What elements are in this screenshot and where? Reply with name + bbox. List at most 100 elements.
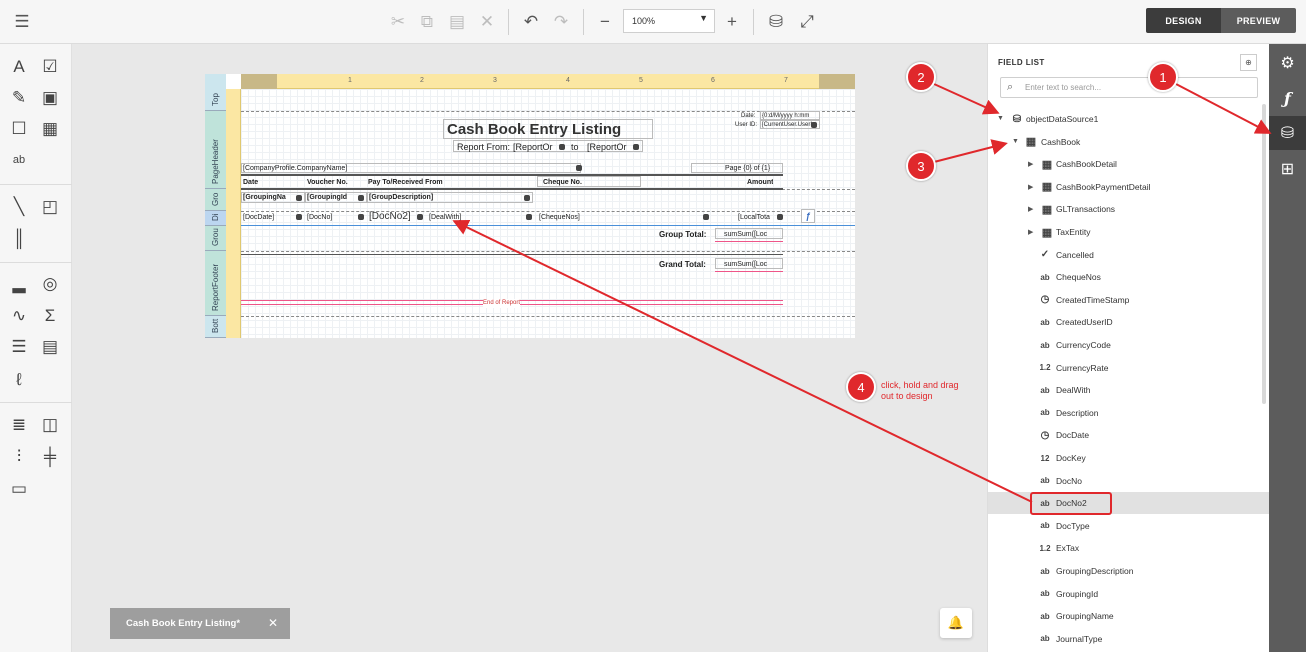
chart-tool-icon[interactable]: ▂ xyxy=(8,273,30,295)
close-icon[interactable]: ✕ xyxy=(268,616,278,630)
field-tree-item-taxentity[interactable]: ▶ ▦ TaxEntity xyxy=(988,221,1270,243)
field-type-icon: ab xyxy=(1040,272,1050,282)
table-tool-icon[interactable]: ▦ xyxy=(39,118,61,140)
notification-bell-icon[interactable]: 🔔 xyxy=(940,608,972,638)
column-header-amount: Amount xyxy=(747,179,774,186)
chequenos-field[interactable]: [ChequeNos] xyxy=(539,213,580,222)
page-break-tool-icon[interactable]: ⫶ xyxy=(8,446,30,468)
field-search-input[interactable]: ⌕ Enter text to search... xyxy=(1000,77,1258,98)
field-tree-item-cashbookdetail[interactable]: ▶ ▦ CashBookDetail xyxy=(988,153,1270,175)
character-comb-tool-icon[interactable]: ab xyxy=(8,149,30,171)
picture-tool-icon[interactable]: ▣ xyxy=(39,87,61,109)
hamburger-icon[interactable]: ☰ xyxy=(10,10,34,34)
field-list-tab-database-icon[interactable]: ⛁ xyxy=(1269,116,1306,150)
subreport-tool-icon[interactable]: ◫ xyxy=(39,414,61,436)
preview-button[interactable]: PREVIEW xyxy=(1221,8,1296,33)
line-tool-icon[interactable]: ╲ xyxy=(8,196,30,218)
field-tree-item-dealwith[interactable]: ab DealWith xyxy=(988,379,1270,401)
delete-icon[interactable]: ✕ xyxy=(475,10,499,34)
checkbox-tool-icon[interactable]: ☑ xyxy=(39,56,61,78)
field-tree-item-docdate[interactable]: ◷ DocDate xyxy=(988,424,1270,446)
undo-icon[interactable]: ↶ xyxy=(519,10,543,34)
report-explorer-tab-icon[interactable]: ⊞ xyxy=(1269,152,1306,186)
table-of-contents-tool-icon[interactable]: ☰ xyxy=(8,336,30,358)
table-icon: ▦ xyxy=(1025,136,1037,149)
gauge-tool-icon[interactable]: ◎ xyxy=(39,273,61,295)
report-design-grid[interactable]: Cash Book Entry Listing Report From: [Re… xyxy=(241,89,855,338)
document-tab[interactable]: Cash Book Entry Listing* ✕ xyxy=(110,608,290,639)
dealwith-field[interactable]: [DealWith] xyxy=(429,213,461,222)
field-tree-item-extax[interactable]: 1.2 ExTax xyxy=(988,537,1270,559)
copy-icon[interactable]: ⧉ xyxy=(415,10,439,34)
shape-tool-icon[interactable]: ◰ xyxy=(39,196,61,218)
field-tree-item-docno[interactable]: ab DocNo xyxy=(988,470,1270,492)
field-list-scrollbar[interactable] xyxy=(1262,104,1266,404)
redo-icon[interactable]: ↷ xyxy=(549,10,573,34)
band-detail[interactable]: Di xyxy=(205,211,226,226)
field-tree-item-currencyrate[interactable]: 1.2 CurrencyRate xyxy=(988,357,1270,379)
zoom-select[interactable]: 100% ▼ xyxy=(623,9,715,33)
label-tool-icon[interactable]: A xyxy=(8,56,30,78)
field-tree-item-cancelled[interactable]: ✓ Cancelled xyxy=(988,244,1270,266)
chevron-right-icon[interactable]: ▶ xyxy=(1028,228,1033,236)
cross-band-box-tool-icon[interactable]: ▭ xyxy=(8,478,30,500)
chevron-right-icon[interactable]: ▶ xyxy=(1028,205,1033,213)
chevron-down-icon[interactable]: ▼ xyxy=(997,115,1004,122)
band-top-margin[interactable]: Top xyxy=(205,74,226,111)
localtotal-field[interactable]: [LocalTota xyxy=(738,213,770,222)
annotation-callout-1: 1 xyxy=(1148,62,1178,92)
expression-icon[interactable]: ƒ xyxy=(801,209,815,223)
chevron-right-icon[interactable]: ▶ xyxy=(1028,183,1033,191)
validate-bindings-icon[interactable]: ⛁ xyxy=(764,10,788,34)
sparkline-tool-icon[interactable]: ∿ xyxy=(8,305,30,327)
band-page-header[interactable]: PageHeader xyxy=(205,111,226,189)
band-bottom-margin[interactable]: Bott xyxy=(205,316,226,338)
field-type-icon: 1.2 xyxy=(1039,363,1051,373)
band-group-header[interactable]: Gro xyxy=(205,189,226,211)
report-designer-app: ☰ ✂ ⧉ ▤ ✕ ↶ ↷ − 100% ▼ + ⛁ ⤢ DESIGN PREVI… xyxy=(0,0,1306,652)
panel-tool-icon[interactable]: ☐ xyxy=(8,118,30,140)
field-tree-item-journaltype[interactable]: ab JournalType xyxy=(988,628,1270,650)
docno-field[interactable]: [DocNo] xyxy=(307,213,332,222)
zoom-out-icon[interactable]: − xyxy=(593,10,617,34)
header-top-rule xyxy=(241,174,783,176)
paste-icon[interactable]: ▤ xyxy=(445,10,469,34)
cross-band-line-tool-icon[interactable]: ╪ xyxy=(39,446,61,468)
field-tree-item-groupingdescription[interactable]: ab GroupingDescription xyxy=(988,560,1270,582)
field-tree-item-currencycode[interactable]: ab CurrencyCode xyxy=(988,334,1270,356)
field-tree-item-createduserid[interactable]: ab CreatedUserID xyxy=(988,311,1270,333)
field-tree-item-cashbookpaymentdetail[interactable]: ▶ ▦ CashBookPaymentDetail xyxy=(988,176,1270,198)
fullscreen-icon[interactable]: ⤢ xyxy=(795,10,819,34)
expressions-tab-icon[interactable]: ƒ xyxy=(1269,81,1306,115)
pdf-content-tool-icon[interactable]: ▤ xyxy=(39,336,61,358)
field-tree-item-doctype[interactable]: ab DocType xyxy=(988,515,1270,537)
chevron-down-icon[interactable]: ▼ xyxy=(1012,138,1019,145)
barcode-tool-icon[interactable]: ║ xyxy=(8,228,30,250)
cut-icon[interactable]: ✂ xyxy=(386,10,410,34)
field-tree-item-dockey[interactable]: 12 DocKey xyxy=(988,447,1270,469)
field-tree-item-description[interactable]: ab Description xyxy=(988,402,1270,424)
chevron-right-icon[interactable]: ▶ xyxy=(1028,160,1033,168)
properties-tab-gear-icon[interactable]: ⚙ xyxy=(1269,46,1306,80)
docno2-field[interactable]: [DocNo2] xyxy=(369,211,411,223)
rich-text-tool-icon[interactable]: ✎ xyxy=(8,87,30,109)
field-tree-item-createdtimestamp[interactable]: ◷ CreatedTimeStamp xyxy=(988,289,1270,311)
field-tree-item-chequenos[interactable]: ab ChequeNos xyxy=(988,266,1270,288)
summary-tool-icon[interactable]: Σ xyxy=(39,305,61,327)
field-tree-item-table[interactable]: ▼ ▦ CashBook xyxy=(988,131,1270,153)
field-tree-item-groupingname[interactable]: ab GroupingName xyxy=(988,605,1270,627)
band-report-footer[interactable]: ReportFooter xyxy=(205,251,226,316)
field-tree-label: CurrencyRate xyxy=(1056,362,1109,373)
design-button[interactable]: DESIGN xyxy=(1146,8,1221,33)
field-tree-item-root[interactable]: ▼ ⛁ objectDataSource1 xyxy=(988,108,1270,130)
field-tree-item-gltransactions[interactable]: ▶ ▦ GLTransactions xyxy=(988,198,1270,220)
field-tree-item-groupingid[interactable]: ab GroupingId xyxy=(988,583,1270,605)
page-info-tool-icon[interactable]: ≣ xyxy=(8,414,30,436)
docdate-field[interactable]: [DocDate] xyxy=(243,213,274,222)
field-tree-label: TaxEntity xyxy=(1056,227,1091,237)
band-group-footer[interactable]: Grou xyxy=(205,226,226,251)
signature-tool-icon[interactable]: ℓ xyxy=(8,369,30,391)
database-icon: ⛁ xyxy=(1012,113,1022,125)
zoom-in-icon[interactable]: + xyxy=(720,10,744,34)
add-parameter-icon[interactable]: ⊕ xyxy=(1240,54,1257,71)
